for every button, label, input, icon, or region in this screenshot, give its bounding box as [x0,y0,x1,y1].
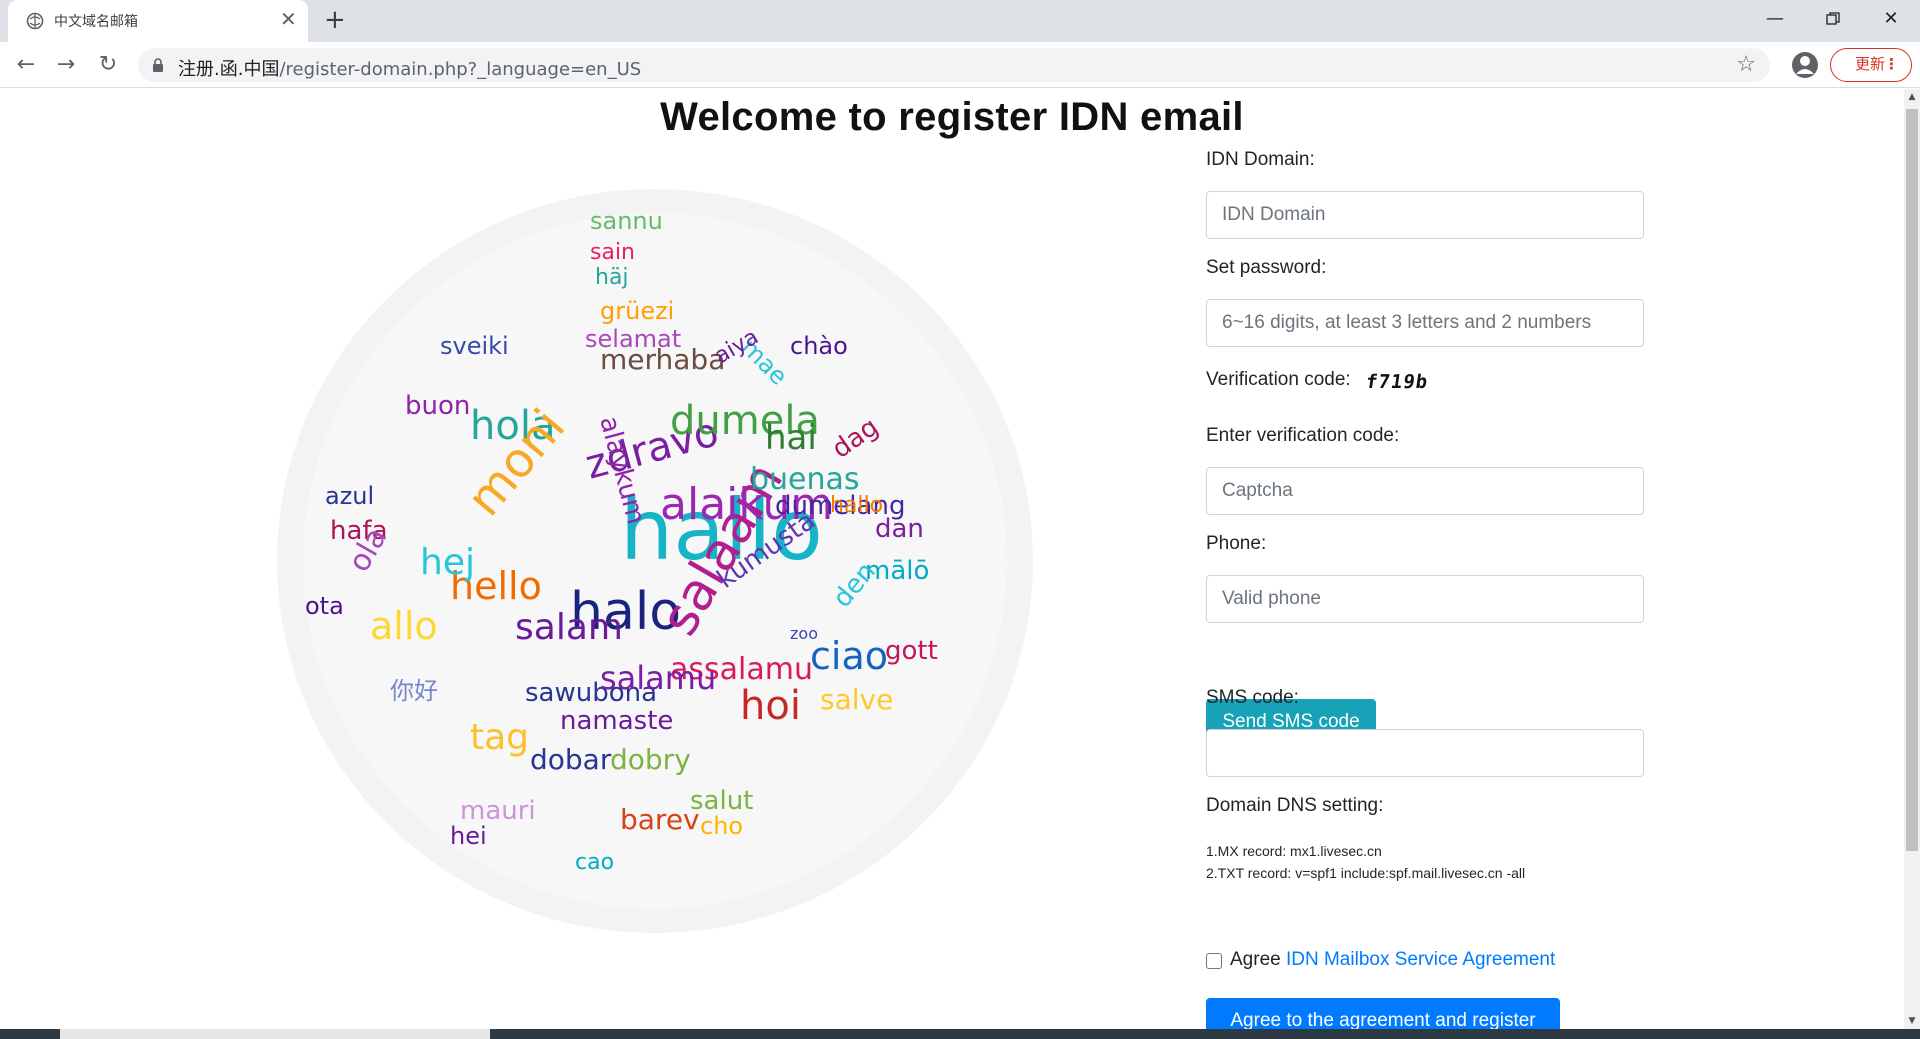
cloud-word: barev [620,803,700,836]
agree-text: Agree IDN Mailbox Service Agreement [1230,949,1555,971]
cloud-word: sveiki [440,332,509,360]
cloud-word: ciao [810,634,888,678]
taskbar-item[interactable] [60,1029,490,1039]
address-bar[interactable]: 注册.函.中国/register-domain.php?_language=en… [138,48,1770,82]
cloud-word: azul [325,482,374,510]
cloud-word: chào [790,332,848,360]
page-content: Welcome to register IDN email hallo halo s… [0,89,1904,1029]
greeting-word-cloud: hallohalosalaamalaikumzdravodumelaholamo… [277,189,1033,933]
page-scrollbar[interactable]: ▲ ▼ [1904,89,1920,1029]
cloud-word: häj [595,265,629,290]
cloud-word: hei [450,822,487,850]
url-path: /register-domain.php?_language=en_US [279,59,642,80]
agree-prefix: Agree [1230,949,1281,970]
cloud-word: hallo [830,493,883,518]
back-icon[interactable]: ← [12,51,40,79]
forward-icon[interactable]: → [52,51,80,79]
cloud-word: dobar [530,743,612,776]
url-host: 注册.函.中国 [178,59,280,80]
profile-icon[interactable] [1790,50,1820,80]
domain-input[interactable] [1206,191,1644,239]
cloud-word: ota [305,592,344,620]
captcha-input[interactable] [1206,467,1644,515]
star-icon[interactable]: ☆ [1736,52,1756,78]
cloud-word: tag [470,717,529,758]
tab-strip: 中文域名邮箱 ✕ + — ✕ [0,0,1920,42]
cloud-word: hai [765,418,817,458]
scroll-down-icon[interactable]: ▼ [1904,1013,1920,1029]
cloud-word: namaste [560,706,673,736]
agreement-link[interactable]: IDN Mailbox Service Agreement [1286,949,1555,970]
cloud-word: dobry [610,743,691,776]
kebab-menu-icon: ⋮ [1884,55,1899,73]
agree-checkbox[interactable] [1206,953,1222,969]
cloud-word: dan [875,514,924,544]
scroll-up-icon[interactable]: ▲ [1904,89,1920,105]
browser-tab[interactable]: 中文域名邮箱 ✕ [8,0,308,42]
page-title: Welcome to register IDN email [660,95,1244,139]
taskbar [0,1029,1920,1039]
cloud-word: salve [820,683,893,716]
sms-label: SMS code: [1206,687,1299,708]
register-button[interactable]: Agree to the agreement and register [1206,998,1560,1029]
cloud-word: grüezi [600,297,674,325]
tab-title: 中文域名邮箱 [54,14,138,30]
captcha-image[interactable]: f719b [1364,371,1429,393]
update-button[interactable]: 更新 ⋮ [1830,48,1912,82]
cloud-word: sain [590,240,635,265]
password-input[interactable] [1206,299,1644,347]
cloud-word: hoi [740,683,801,729]
password-label: Set password: [1206,257,1327,278]
page-icon [26,12,44,30]
close-window-icon[interactable]: ✕ [1876,6,1906,32]
minimize-icon[interactable]: — [1760,6,1790,32]
phone-label: Phone: [1206,533,1267,554]
cloud-word: salamu [600,659,716,697]
cloud-word: zoo [790,624,818,643]
browser-toolbar: ← → ↻ 注册.函.中国/register-domain.php?_langu… [0,42,1920,88]
sms-code-input[interactable] [1206,729,1644,777]
cloud-word: hej [420,542,475,583]
url-text: 注册.函.中国/register-domain.php?_language=en… [178,55,641,81]
lock-icon [153,58,163,72]
cloud-word: cao [575,850,614,875]
cloud-word: buon [405,391,470,421]
cloud-word: 你好 [390,677,438,705]
dns-txt-record: 2.TXT record: v=spf1 include:spf.mail.li… [1206,865,1526,881]
domain-label: IDN Domain: [1206,149,1315,170]
cloud-word: salam [515,607,623,648]
scroll-thumb[interactable] [1906,109,1918,851]
plus-icon[interactable]: + [324,7,346,33]
close-icon[interactable]: ✕ [280,9,297,29]
cloud-word: sannu [590,207,663,235]
dns-label: Domain DNS setting: [1206,795,1384,816]
cloud-word: cho [700,812,743,840]
phone-input[interactable] [1206,575,1644,623]
enter-code-label: Enter verification code: [1206,425,1400,446]
verification-label: Verification code: [1206,369,1351,390]
cloud-word: gott [885,636,938,666]
update-label: 更新 [1855,55,1886,73]
cloud-word: allo [370,604,438,648]
dns-mx-record: 1.MX record: mx1.livesec.cn [1206,843,1382,859]
reload-icon[interactable]: ↻ [94,51,122,79]
maximize-icon[interactable] [1818,6,1848,32]
cloud-word: selamat [585,325,681,353]
